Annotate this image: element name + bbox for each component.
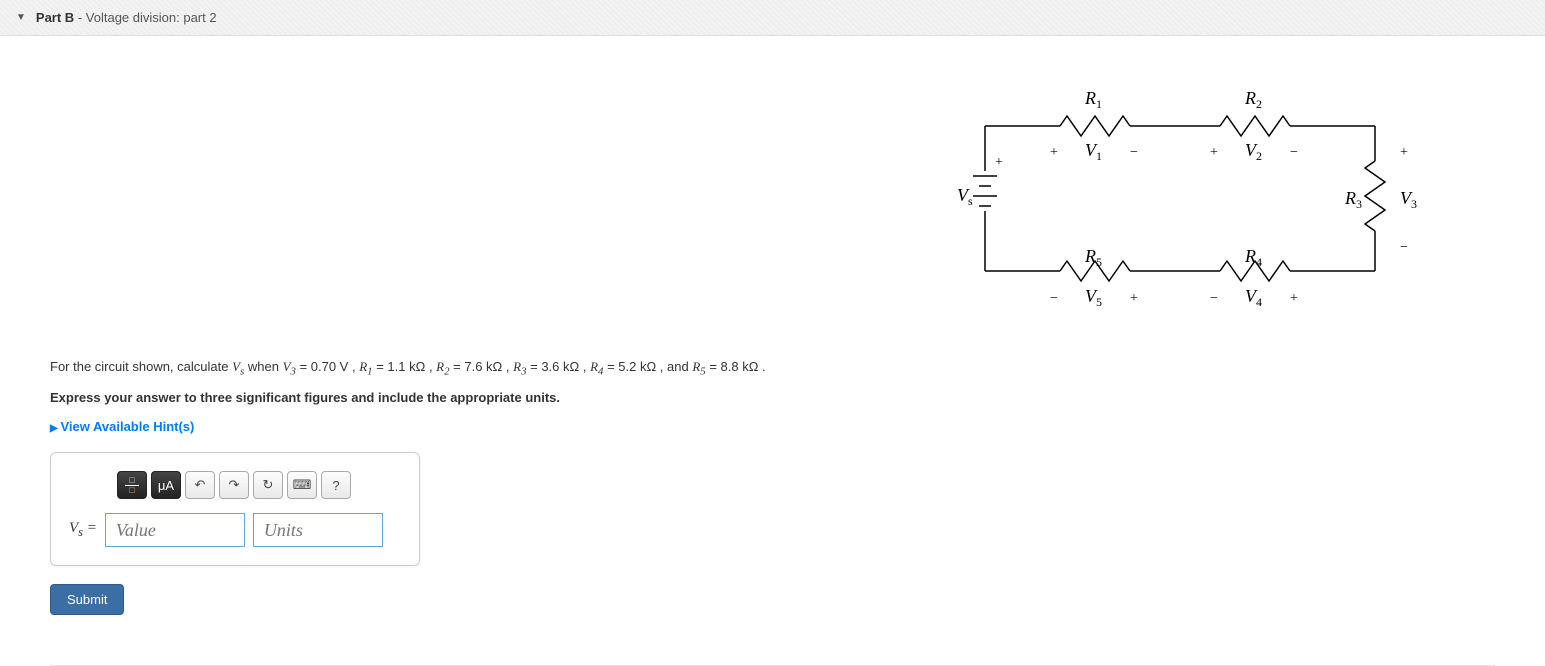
redo-button[interactable]: ↷ [219, 471, 249, 499]
reset-icon: ↻ [263, 477, 274, 493]
units-input[interactable] [253, 513, 383, 547]
svg-text:−: − [1050, 291, 1058, 306]
svg-text:+: + [1210, 145, 1218, 160]
svg-text:R2: R2 [1244, 88, 1262, 111]
svg-text:+: + [1130, 291, 1138, 306]
keyboard-button[interactable]: ⌨ [287, 471, 317, 499]
caret-down-icon: ▼ [16, 12, 26, 23]
keyboard-icon: ⌨ [293, 477, 312, 493]
problem-statement: For the circuit shown, calculate Vs when… [50, 356, 1150, 409]
circuit-diagram: Vs + R1 + V1 − R2 + V2 − R3 V3 + − R4 − [945, 66, 1445, 326]
undo-icon: ↶ [195, 477, 206, 493]
svg-text:R1: R1 [1084, 88, 1102, 111]
svg-text:−: − [1290, 145, 1298, 160]
fraction-template-button[interactable]: □ □ [117, 471, 147, 499]
redo-icon: ↷ [229, 477, 240, 493]
svg-text:R5: R5 [1084, 246, 1102, 269]
svg-text:V4: V4 [1245, 286, 1262, 309]
svg-text:+: + [1050, 145, 1058, 160]
svg-text:+: + [995, 155, 1003, 170]
svg-text:−: − [1400, 240, 1408, 255]
svg-text:−: − [1210, 291, 1218, 306]
part-subtitle: - Voltage division: part 2 [78, 10, 217, 25]
svg-text:+: + [1400, 145, 1408, 160]
express-instruction: Express your answer to three significant… [50, 390, 560, 405]
svg-text:Vs: Vs [957, 185, 973, 208]
svg-text:V3: V3 [1400, 188, 1417, 211]
svg-text:R4: R4 [1244, 246, 1262, 269]
svg-text:V2: V2 [1245, 140, 1262, 163]
undo-button[interactable]: ↶ [185, 471, 215, 499]
answer-variable-label: Vs = [69, 520, 97, 540]
svg-text:V1: V1 [1085, 140, 1102, 163]
answer-toolbar: □ □ μA ↶ ↷ ↻ ⌨ ? [117, 471, 401, 499]
svg-text:−: − [1130, 145, 1138, 160]
reset-button[interactable]: ↻ [253, 471, 283, 499]
svg-text:R3: R3 [1344, 188, 1362, 211]
part-header[interactable]: ▼ Part B - Voltage division: part 2 [0, 0, 1545, 36]
svg-text:V5: V5 [1085, 286, 1102, 309]
view-hints-link[interactable]: View Available Hint(s) [50, 419, 194, 434]
submit-button[interactable]: Submit [50, 584, 124, 615]
answer-box: □ □ μA ↶ ↷ ↻ ⌨ ? Vs = [50, 452, 420, 566]
help-button[interactable]: ? [321, 471, 351, 499]
part-label: Part B [36, 10, 74, 25]
value-input[interactable] [105, 513, 245, 547]
help-icon: ? [332, 478, 339, 493]
svg-text:+: + [1290, 291, 1298, 306]
units-ua-button[interactable]: μA [151, 471, 181, 499]
